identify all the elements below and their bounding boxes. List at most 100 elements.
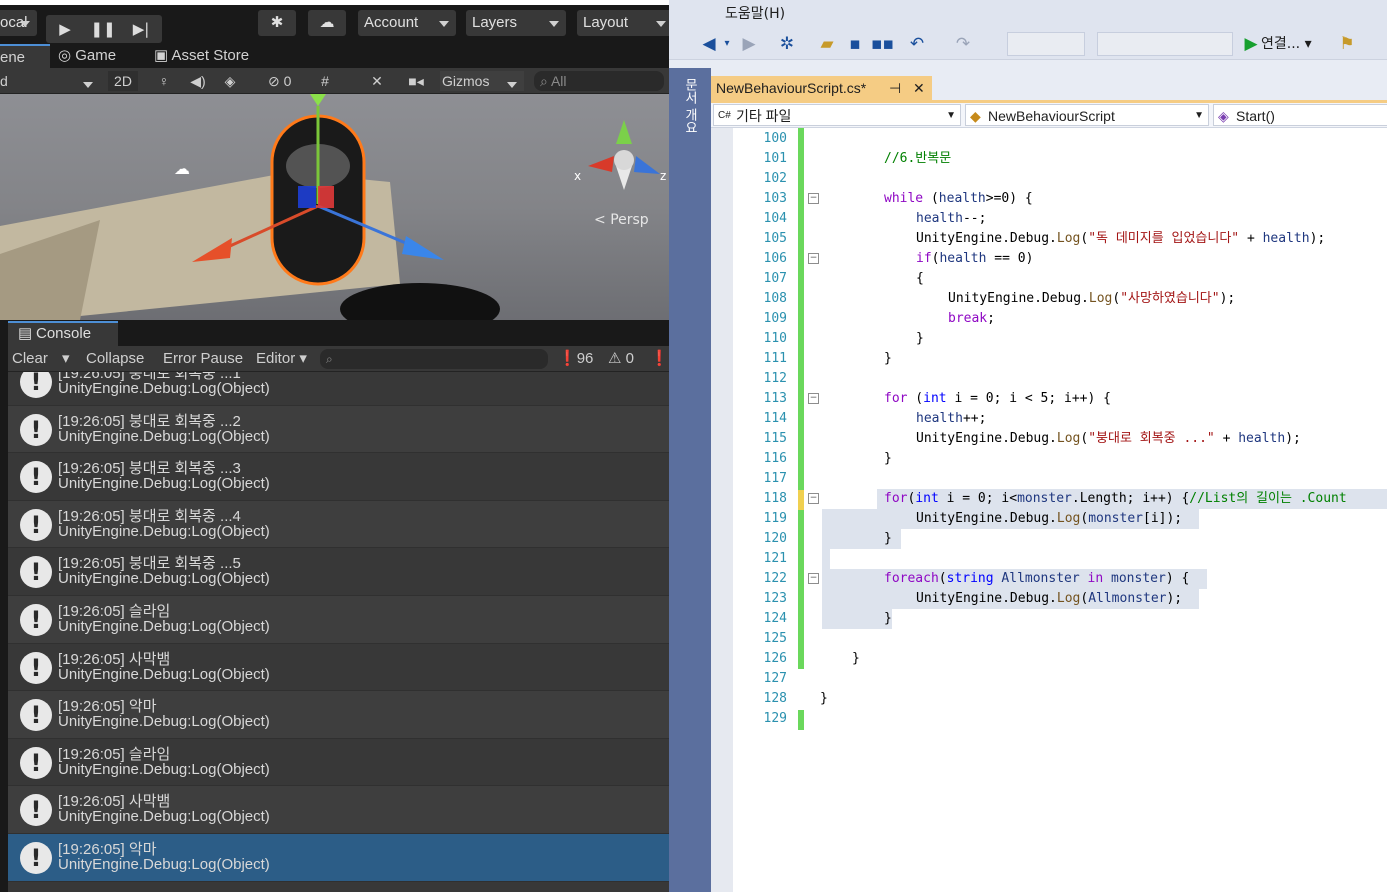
- document-outline-panel[interactable]: 문서 개요: [669, 68, 711, 892]
- start-icon[interactable]: ▶: [1243, 32, 1259, 56]
- member-dropdown[interactable]: ◈ Start(): [1213, 104, 1387, 126]
- attach-button[interactable]: 연결... ▾: [1261, 32, 1323, 56]
- line-number: 114: [763, 411, 787, 426]
- fold-toggle[interactable]: −: [808, 493, 819, 504]
- 2d-toggle[interactable]: 2D: [108, 71, 138, 91]
- audio-icon[interactable]: ◀): [184, 71, 212, 91]
- fold-toggle[interactable]: −: [808, 573, 819, 584]
- camera-icon[interactable]: ■◂: [398, 71, 434, 91]
- console-log-row[interactable]: ! [19:26:05] 슬라임 UnityEngine.Debug:Log(Obj…: [8, 595, 669, 644]
- gizmo-y-arrow[interactable]: [310, 94, 326, 106]
- back-icon[interactable]: ◀: [699, 32, 719, 56]
- forward-icon[interactable]: ▶: [739, 32, 759, 56]
- pause-icon[interactable]: ❚❚: [84, 15, 122, 43]
- info-icon: !: [20, 603, 52, 636]
- persp-label[interactable]: < Persp: [594, 212, 649, 228]
- collapse-button[interactable]: Collapse: [86, 346, 144, 372]
- effects-icon[interactable]: ◈: [216, 71, 244, 91]
- line-number: 109: [763, 311, 787, 326]
- selection-highlight: [822, 609, 892, 629]
- account-label: Account: [364, 14, 419, 31]
- find-icon[interactable]: ⚑: [1337, 32, 1357, 56]
- console-log-row[interactable]: ! [19:26:05] 붕대로 회복중 ...1 UnityEngine.Debu…: [8, 372, 669, 406]
- tab-game[interactable]: ◎ Game: [58, 44, 138, 68]
- info-icon: !: [20, 556, 52, 589]
- tab-scene[interactable]: ene: [0, 44, 50, 68]
- scene-search-input[interactable]: ⌕ All: [534, 71, 664, 91]
- menu-help[interactable]: 도움말(H): [725, 6, 785, 22]
- light-icon[interactable]: ☁: [174, 159, 190, 178]
- console-log-row[interactable]: ! [19:26:05] 붕대로 회복중 ...5 UnityEngine.Debu…: [8, 548, 669, 596]
- play-icon[interactable]: ▶: [46, 15, 84, 43]
- type-keyword: int: [915, 491, 939, 506]
- fold-toggle[interactable]: −: [808, 393, 819, 404]
- tab-newbehaviourscript[interactable]: NewBehaviourScript.cs* ⊣ ✕: [711, 76, 932, 101]
- lighting-icon[interactable]: ♀: [150, 71, 178, 91]
- editor-dropdown[interactable]: Editor ▾: [256, 346, 307, 372]
- error-count-toggle[interactable]: ❗: [650, 346, 669, 372]
- identifier: health: [939, 251, 987, 266]
- fold-toggle[interactable]: −: [808, 253, 819, 264]
- code-line-124: }: [884, 609, 892, 629]
- code-text: }: [820, 691, 828, 706]
- save-all-icon[interactable]: ▪▪: [871, 32, 894, 56]
- account-dropdown[interactable]: Account: [358, 10, 456, 36]
- undo-icon[interactable]: ↶: [907, 32, 927, 56]
- type-keyword: int: [923, 391, 947, 406]
- redo-icon[interactable]: ↷: [953, 32, 973, 56]
- console-log-row[interactable]: ! [19:26:05] 붕대로 회복중 ...4 UnityEngine.Debu…: [8, 500, 669, 549]
- chevron-down-icon: ▼: [1194, 110, 1204, 121]
- platform-dropdown[interactable]: [1097, 32, 1233, 56]
- code-line-103: while (health>=0) {: [884, 189, 1033, 209]
- console-log-row[interactable]: ! [19:26:05] 슬라임 UnityEngine.Debug:Log(Obj…: [8, 739, 669, 787]
- close-icon[interactable]: ✕: [913, 76, 925, 101]
- log-stacktrace: UnityEngine.Debug:Log(Object): [58, 855, 270, 873]
- class-dropdown[interactable]: ◆ NewBehaviourScript ▼: [965, 104, 1209, 126]
- scene-view[interactable]: ☁ x z < Persp: [0, 94, 669, 320]
- console-log-row[interactable]: ! [19:26:05] 사막뱀 UnityEngine.Debug:Log(Obj…: [8, 786, 669, 834]
- code-editor[interactable]: 100 101 102 103 104 105 106 107 108 109 110 111 112 1…: [711, 128, 1387, 892]
- tab-scene-label: ene: [0, 49, 26, 66]
- line-number: 110: [763, 331, 787, 346]
- pin-icon[interactable]: ⊣: [889, 76, 901, 101]
- hidden-objects-toggle[interactable]: ⊘ 0: [268, 71, 308, 91]
- fold-toggle[interactable]: −: [808, 193, 819, 204]
- collapse-label: Collapse: [86, 350, 145, 367]
- collab-icon[interactable]: ✱: [258, 10, 296, 36]
- layers-dropdown[interactable]: Layers: [466, 10, 566, 36]
- hidden-count: 0: [283, 73, 292, 89]
- log-count-toggle[interactable]: ❗96: [558, 346, 593, 372]
- new-project-icon[interactable]: ✲: [777, 32, 797, 56]
- console-search-input[interactable]: ⌕: [320, 349, 548, 369]
- orientation-gizmo[interactable]: x z: [574, 120, 666, 190]
- warning-count-toggle[interactable]: ⚠ 0: [608, 346, 634, 372]
- config-dropdown[interactable]: [1007, 32, 1085, 56]
- pivot-local-dropdown[interactable]: ocal: [0, 10, 37, 36]
- layout-dropdown[interactable]: Layout: [577, 10, 669, 36]
- open-icon[interactable]: ▰: [817, 32, 837, 56]
- cloud-icon[interactable]: ☁: [308, 10, 346, 36]
- console-log-row[interactable]: ! [19:26:05] 사막뱀 UnityEngine.Debug:Log(Obj…: [8, 644, 669, 692]
- console-log-row[interactable]: ! [19:26:05] 악마 UnityEngine.Debug:Log(Obje…: [8, 833, 669, 882]
- save-icon[interactable]: ▪: [845, 32, 865, 56]
- tab-console[interactable]: ▤ Console: [8, 321, 118, 346]
- clear-button[interactable]: Clear: [12, 346, 48, 372]
- gizmos-label: Gizmos: [442, 73, 490, 89]
- console-log-row[interactable]: ! [19:26:05] 붕대로 회복중 ...3 UnityEngine.Debu…: [8, 453, 669, 501]
- console-log-row[interactable]: ! [19:26:05] 붕대로 회복중 ...2 UnityEngine.Debu…: [8, 405, 669, 454]
- gizmo-plane-blue[interactable]: [298, 186, 316, 208]
- grid-icon[interactable]: #: [314, 71, 336, 91]
- error-pause-button[interactable]: Error Pause: [163, 346, 243, 372]
- project-dropdown[interactable]: C# 기타 파일 ▼: [713, 104, 961, 126]
- step-icon[interactable]: ▶|: [122, 15, 160, 43]
- tools-icon[interactable]: ✕: [366, 71, 388, 91]
- tab-asset-store[interactable]: ▣ Asset Store: [154, 44, 264, 68]
- gizmo-plane-red[interactable]: [318, 186, 334, 208]
- draw-mode-dropdown[interactable]: d: [0, 71, 100, 91]
- clear-dropdown-icon[interactable]: ▾: [62, 346, 76, 372]
- identifier: health: [916, 411, 963, 426]
- gizmos-dropdown[interactable]: Gizmos: [440, 71, 524, 91]
- back-dropdown-icon[interactable]: ▾: [721, 32, 733, 56]
- console-log-row[interactable]: ! [19:26:05] 악마 UnityEngine.Debug:Log(Obje…: [8, 691, 669, 739]
- gizmo-z-arrow[interactable]: [402, 236, 444, 260]
